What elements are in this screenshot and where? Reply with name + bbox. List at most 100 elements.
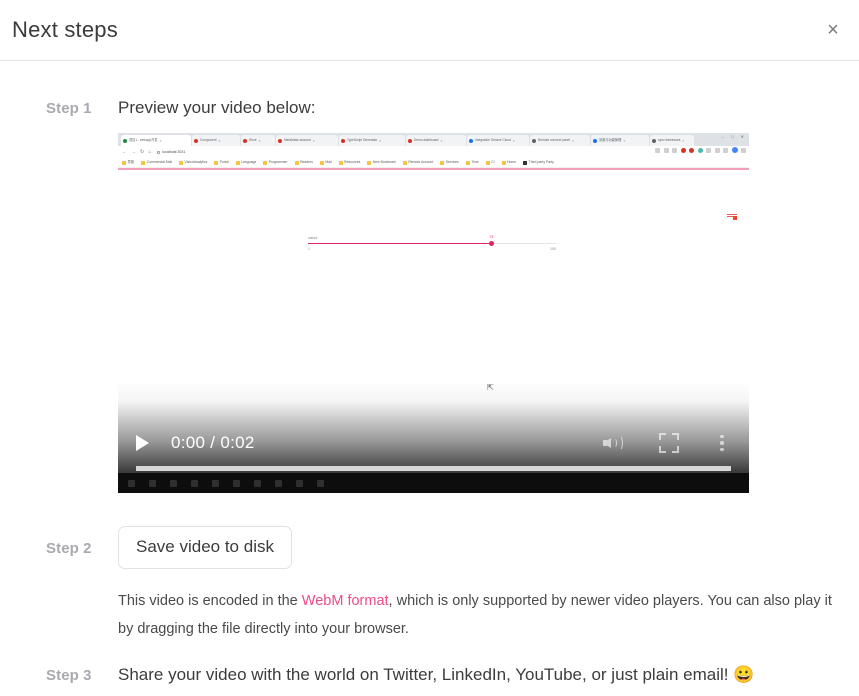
reload-icon: ↻ (140, 149, 145, 155)
captured-tab-title: Store (249, 137, 257, 142)
captured-bookmark-item: Portal (214, 159, 229, 165)
bookmark-icon (485, 160, 490, 165)
home-icon: ⌂ (148, 149, 152, 155)
bookmark-label: Resources (344, 159, 361, 164)
captured-tab-title: Integration Service Cloud (475, 137, 511, 142)
captured-browser-tab: MetaMask account × (276, 135, 338, 146)
step-1-heading: Preview your video below: (118, 98, 316, 117)
favicon (341, 138, 345, 143)
captured-mouse-cursor: ⇱ (487, 382, 494, 392)
bookmark-icon (235, 160, 240, 165)
bookmark-label: Remote Account (408, 159, 434, 164)
video-preview-player[interactable]: 项目1 - webapp开发 × Component × Store × MetaMask … (118, 133, 749, 493)
captured-bookmark-item: Remote Account (402, 159, 434, 165)
webm-format-link[interactable]: WebM format (302, 593, 389, 609)
bookmark-label: Language (241, 159, 257, 164)
bookmark-icon (263, 160, 268, 165)
close-icon[interactable]: × (819, 16, 847, 44)
bookmark-label: CI (491, 159, 495, 164)
bookmark-label: Programmer (268, 159, 288, 164)
close-icon: × (623, 138, 626, 143)
zoom-icon (655, 147, 660, 153)
close-icon: × (312, 138, 315, 143)
captured-browser-tab: TypeScript Generator × (339, 135, 405, 146)
captured-tab-title: sync framework (658, 137, 681, 142)
volume-icon[interactable] (603, 433, 625, 453)
favicon (652, 138, 656, 143)
captured-tab-title: 设置与功能管理 (599, 137, 622, 142)
extension-grey3-icon (723, 147, 728, 153)
bookmark-icon (367, 160, 372, 165)
favicon (123, 138, 127, 143)
video-progress-bar[interactable] (136, 466, 731, 471)
captured-address-bar: localhost:3031 (157, 149, 277, 156)
video-controls-bar: 0:00 / 0:02 (118, 423, 749, 463)
captured-bookmark-item: Language (235, 159, 257, 165)
kebab-icon (741, 147, 746, 153)
captured-bookmark-item: CI (485, 159, 495, 165)
captured-browser-tab: Store × (241, 135, 275, 146)
captured-browser-tab: Remote connect panel × (530, 135, 590, 146)
bookmark-icon (501, 160, 506, 165)
captured-slider-widget: value 74 1 100 (308, 234, 556, 251)
modal-header: Next steps × (0, 0, 859, 61)
close-icon: × (159, 138, 162, 143)
step-3-content: Share your video with the world on Twitt… (118, 665, 859, 685)
captured-window-controls: – □ ✕ (721, 134, 747, 139)
captured-tab-title: TypeScript Generator (347, 137, 378, 142)
extension-teal-icon (697, 147, 703, 153)
captured-browser-tab: 设置与功能管理 × (591, 135, 649, 146)
star-icon (663, 147, 669, 153)
favicon (593, 138, 597, 143)
favicon (243, 138, 247, 143)
video-time-display: 0:00 / 0:02 (171, 433, 255, 452)
extension-grey-icon (706, 147, 711, 153)
captured-bookmark-item: Resources (338, 159, 361, 165)
bookmark-icon (122, 160, 126, 165)
slider-fill (308, 242, 492, 245)
bookmark-label: New Bookmark (372, 159, 396, 164)
bookmark-icon (294, 160, 299, 165)
captured-tab-title: Demo dashboard (414, 137, 439, 142)
slider-field-label: value (308, 235, 318, 240)
captured-bookmark-item: Third-party Party (523, 160, 554, 165)
webm-format-note: This video is encoded in the WebM format… (118, 587, 834, 643)
step-1-content: Preview your video below: 项目1 - webapp开发… (118, 98, 859, 493)
extension-icon (672, 147, 677, 153)
save-video-to-disk-button[interactable]: Save video to disk (118, 526, 292, 569)
close-icon: × (379, 138, 382, 143)
grinning-face-emoji: 😀 (733, 664, 755, 684)
captured-browser-tab: sync framework × (650, 135, 694, 146)
lock-icon (157, 150, 161, 154)
captured-bookmark-item: Commercial Mail (141, 160, 172, 165)
bookmark-icon (179, 160, 184, 165)
slider-range-labels: 1 100 (308, 247, 556, 251)
slider-max-label: 100 (550, 247, 556, 252)
fullscreen-icon[interactable] (659, 433, 679, 453)
bookmark-icon (402, 160, 407, 165)
captured-bookmark-item: Programmer (263, 159, 288, 165)
bookmark-label: Portal (219, 159, 229, 164)
back-icon: ← (122, 149, 127, 155)
step-1-row: Step 1 Preview your video below: 项目1 - w… (0, 98, 859, 493)
captured-tab-title: 项目1 - webapp开发 (129, 137, 158, 142)
captured-bookmark-item: Time (465, 160, 479, 165)
bookmark-label: Home (507, 159, 517, 164)
bookmark-label: 导航 (127, 159, 135, 164)
bookmark-icon (523, 160, 528, 165)
play-icon[interactable] (136, 435, 149, 451)
captured-bookmark-item: Home (501, 159, 517, 165)
forward-icon: → (131, 149, 136, 155)
kebab-menu-icon[interactable] (713, 433, 731, 453)
captured-browser-tab: Integration Service Cloud × (467, 135, 529, 146)
close-icon: × (682, 138, 685, 143)
favicon (278, 138, 282, 143)
captured-bookmark-item: New Bookmark (367, 159, 396, 165)
slider-value-label: 74 (489, 234, 494, 239)
captured-extension-icons (655, 147, 746, 153)
step-3-row: Step 3 Share your video with the world o… (0, 665, 859, 685)
slider-handle (489, 240, 495, 246)
step-1-label: Step 1 (46, 100, 92, 117)
close-icon: × (512, 138, 515, 143)
captured-tab-title: Remote connect panel (538, 137, 570, 142)
